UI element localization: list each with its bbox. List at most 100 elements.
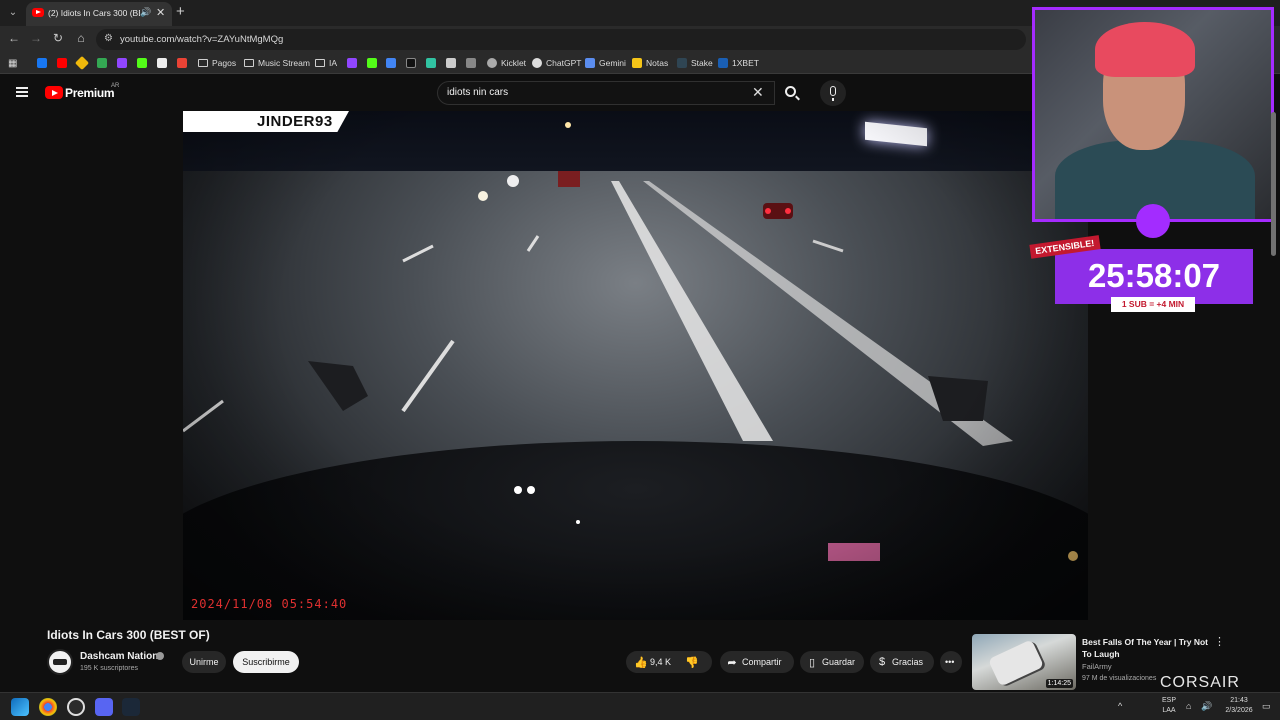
youtube-favicon-icon [32,8,44,17]
search-box[interactable] [437,81,775,105]
omnibox[interactable]: ⚙ youtube.com/watch?v=ZAYuNtMgMQg [96,29,1026,50]
bookmark-binance-icon[interactable] [74,55,91,71]
speaker-icon[interactable]: 🔊 [140,7,151,18]
recommended-views: 97 M de visualizaciones [1082,675,1157,682]
back-arrow-icon[interactable]: ← [6,31,22,45]
search-input[interactable] [447,87,747,98]
youtube-premium-logo-text[interactable]: Premium [65,86,115,100]
network-icon[interactable]: ⌂ [1186,701,1191,711]
url-text[interactable]: youtube.com/watch?v=ZAYuNtMgMQg [120,34,283,45]
video-watermark: JINDER93 [183,111,349,132]
home-icon[interactable]: ⌂ [73,31,89,45]
bookmark-kicklet[interactable]: Kicklet [487,56,526,70]
share-button[interactable]: ➦ Compartir [720,651,794,673]
bookmark-tiktok-icon[interactable] [406,56,420,70]
bookmark-youtube-icon[interactable] [57,56,71,70]
folder-icon [198,59,208,67]
bookmark-gemini[interactable]: Gemini [585,56,626,70]
bookmark-drive-icon[interactable] [97,56,111,70]
bookmark-misc2-icon[interactable] [466,56,480,70]
forward-arrow-icon[interactable]: → [28,31,44,45]
notification-icon[interactable]: ▭ [1262,701,1271,711]
folder-icon [315,59,325,67]
thumbs-down-icon[interactable]: 👎 [685,656,699,669]
webcam-hair [1095,22,1195,77]
youtube-logo-icon[interactable] [45,86,63,99]
bookmark-streamlabs-icon[interactable] [426,56,440,70]
steam-taskbar-icon[interactable] [122,698,140,716]
bookmark-folder-music-stream[interactable]: Music Stream [244,56,310,70]
stream-mascot-icon [1136,204,1170,238]
bookmark-folder-pagos[interactable]: Pagos [198,56,236,70]
recommended-title[interactable]: Best Falls Of The Year | Try Not To Laug… [1082,636,1212,660]
search-icon [785,86,796,97]
clear-search-icon[interactable]: ✕ [752,84,764,101]
bookmark-misc-icon[interactable] [446,56,460,70]
voice-search-button[interactable] [820,80,846,106]
super-thanks-icon: $ [878,656,886,668]
bookmark-stake[interactable]: Stake [677,56,713,70]
channel-name[interactable]: Dashcam Nation [80,651,158,662]
join-button[interactable]: Unirme [182,651,226,673]
video-vignette [183,111,1088,620]
subscribe-button[interactable]: Suscribirme [233,651,299,673]
video-player[interactable]: JINDER93 2024/11/08 05:54:40 [183,111,1088,620]
language-indicator[interactable]: ESP LAA [1160,696,1178,716]
subscriber-count: 195 K suscriptores [80,665,138,672]
recommended-thumbnail[interactable]: 1:14:25 [972,634,1076,690]
subathon-timer: 25:58:07 [1055,249,1253,304]
recommended-more-icon[interactable]: ⋮ [1214,635,1225,648]
sub-time-note: 1 SUB = +4 MIN [1111,297,1195,312]
channel-avatar[interactable] [47,649,73,675]
windows-start-icon[interactable] [11,698,29,716]
share-arrow-icon: ➦ [727,656,737,669]
country-code: AR [111,83,120,89]
reload-icon[interactable]: ↻ [50,31,66,45]
bookmark-twitch2-icon[interactable] [347,56,361,70]
video-duration: 1:14:25 [1045,679,1073,688]
bookmark-app-icon[interactable] [157,56,171,70]
more-actions-button[interactable]: ••• [940,651,962,673]
verified-check-icon [156,652,164,660]
bookmark-kick-icon[interactable] [137,56,151,70]
tab-close-icon[interactable]: ✕ [156,6,165,19]
bookmark-link-icon[interactable] [386,56,400,70]
like-dislike-group: 👍 9,4 K 👎 [626,651,712,673]
bookmark-gmail-icon[interactable] [177,56,191,70]
streamer-webcam [1032,7,1274,222]
dashcam-timestamp: 2024/11/08 05:54:40 [191,597,348,611]
windows-taskbar: ^ ESP LAA ⌂ 🔊 21:43 2/3/2026 ▭ [0,692,1280,720]
new-tab-plus-icon[interactable]: + [176,3,185,20]
video-title: Idiots In Cars 300 (BEST OF) [47,628,210,642]
like-count[interactable]: 9,4 K [650,657,671,667]
recommended-channel[interactable]: FailArmy [1082,662,1112,671]
thumbnail-car [987,639,1045,687]
bookmark-folder-ia[interactable]: IA [315,56,337,70]
bookmark-notas[interactable]: Notas [632,56,668,70]
page-scrollbar[interactable] [1271,112,1276,256]
youtube-masthead: Premium AR ✕ [0,75,1030,111]
bookmark-chatgpt[interactable]: ChatGPT [532,56,581,70]
bookmark-1xbet[interactable]: 1XBET [718,56,759,70]
clock[interactable]: 21:43 2/3/2026 [1220,696,1258,716]
bookmark-kick2-icon[interactable] [367,56,381,70]
search-button[interactable] [776,81,808,105]
volume-icon[interactable]: 🔊 [1201,701,1212,711]
site-info-icon[interactable]: ⚙ [104,33,113,44]
obs-taskbar-icon[interactable] [67,698,85,716]
chrome-taskbar-icon[interactable] [39,698,57,716]
bookmark-facebook-icon[interactable] [37,56,51,70]
tab-title: (2) Idiots In Cars 300 (BEST [48,8,140,18]
sponsor-logo: CORSAIR [1160,674,1240,691]
save-button[interactable]: ▯ Guardar [800,651,864,673]
tray-chevron-icon[interactable]: ^ [1118,701,1122,711]
tab-search-chevron-icon[interactable]: ⌄ [4,4,22,22]
microphone-icon [830,86,836,101]
bookmark-twitch-icon[interactable] [117,56,131,70]
discord-taskbar-icon[interactable] [95,698,113,716]
thumbs-up-icon[interactable]: 👍 [634,656,648,669]
apps-grid-icon[interactable]: ▦ [8,56,17,70]
thanks-button[interactable]: $ Gracias [870,651,934,673]
hamburger-menu-icon[interactable] [16,87,28,97]
browser-tab-youtube[interactable]: (2) Idiots In Cars 300 (BEST 🔊 ✕ [26,2,172,26]
